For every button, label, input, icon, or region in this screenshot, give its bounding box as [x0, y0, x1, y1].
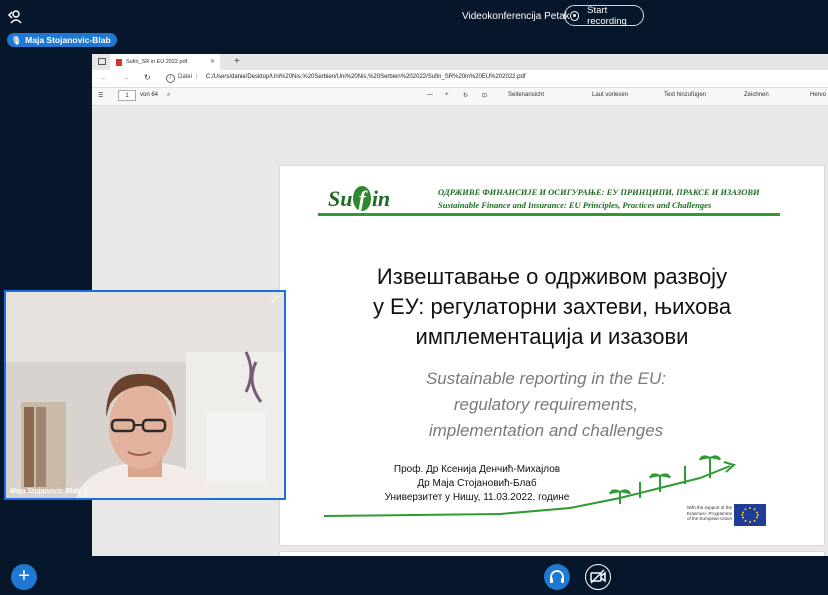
- record-icon: [570, 10, 580, 21]
- back-icon[interactable]: ←: [100, 73, 108, 82]
- highlight-button[interactable]: Hervo: [810, 92, 826, 98]
- info-icon[interactable]: i: [166, 74, 175, 83]
- rotate-icon[interactable]: ↻: [463, 92, 468, 99]
- top-bar: Videokonferencija Petak Start recording …: [0, 0, 828, 52]
- pdf-toolbar: ☰ 1 von 64 ⌕ — + ↻ ⊡ Seitenansicht Laut …: [92, 88, 828, 106]
- add-text-button[interactable]: Text hinzufügen: [664, 92, 706, 98]
- eu-support-line: of the European Union: [686, 516, 732, 521]
- start-recording-label: Start recording: [587, 4, 627, 27]
- presenter-tag[interactable]: 🎙 Maja Stojanovic-Blab: [7, 33, 117, 47]
- browser-tab[interactable]: Sufin_SR in EU 2022.pdf ✕: [110, 54, 220, 70]
- search-icon[interactable]: ⌕: [167, 92, 170, 99]
- start-recording-button[interactable]: Start recording: [564, 4, 644, 27]
- pdf-icon: [116, 58, 122, 66]
- page-total: von 64: [140, 92, 159, 98]
- audio-button[interactable]: [544, 564, 570, 590]
- divider: |: [196, 74, 198, 80]
- title-serbian: Извештавање о одрживом развоју у ЕУ: рег…: [280, 262, 824, 352]
- users-icon[interactable]: [7, 9, 23, 25]
- reload-icon[interactable]: ↻: [144, 73, 151, 82]
- page-view-button[interactable]: Seitenansicht: [508, 92, 544, 98]
- tab-title: Sufin_SR in EU 2022.pdf: [126, 59, 188, 65]
- title-serbian-line: имплементација и изазови: [415, 324, 689, 349]
- title-english-line: regulatory requirements,: [453, 395, 639, 414]
- read-aloud-button[interactable]: Laut vorlesen: [592, 92, 628, 98]
- meeting-title: Videokonferencija Petak: [462, 11, 570, 22]
- microphone-icon: 🎙: [11, 35, 22, 45]
- draw-button[interactable]: Zeichnen: [744, 92, 769, 98]
- title-english-line: Sustainable reporting in the EU:: [425, 369, 667, 388]
- close-tab-icon[interactable]: ✕: [210, 58, 215, 65]
- address-bar: ← → ↻ i Datei | C:/Users/danie/Desktop/U…: [92, 70, 828, 88]
- sufin-logo: Su f in: [328, 186, 391, 211]
- page-number-input[interactable]: 1: [118, 90, 136, 101]
- eu-support-text: With the support of the Erasmus+ Program…: [670, 505, 732, 522]
- zoom-in-icon[interactable]: +: [445, 92, 449, 98]
- headphones-icon: [550, 570, 564, 583]
- forward-icon[interactable]: →: [122, 73, 130, 82]
- url-field[interactable]: C:/Users/danie/Desktop/Uni%20Nis,%20Serb…: [206, 74, 526, 80]
- participant-video-tile[interactable]: ⤢ Maja Stojanovic-Blab ⌄: [4, 290, 286, 500]
- new-tab-icon[interactable]: +: [234, 56, 240, 67]
- slide-page-1: Su f in ОДРЖИВЕ ФИНАНСИЈЕ И ОСИГУРАЊЕ: ЕУ …: [280, 166, 824, 545]
- participant-name[interactable]: Maja Stojanovic-Blab ⌄: [10, 487, 88, 495]
- zoom-out-icon[interactable]: —: [427, 92, 433, 98]
- datei-label: Datei: [178, 74, 193, 80]
- title-english-line: implementation and challenges: [428, 421, 664, 440]
- bottom-bar: [0, 556, 828, 593]
- presenter-name: Maja Stojanovic-Blab: [25, 35, 111, 45]
- fit-page-icon[interactable]: ⊡: [482, 92, 487, 99]
- contents-icon[interactable]: ☰: [98, 92, 103, 99]
- plus-button[interactable]: +: [11, 564, 37, 590]
- window-icon[interactable]: [98, 58, 106, 65]
- title-serbian-line: Извештавање о одрживом развоју: [376, 264, 728, 289]
- header-serbian: ОДРЖИВЕ ФИНАНСИЈЕ И ОСИГУРАЊЕ: ЕУ ПРИНЦИ…: [438, 187, 760, 197]
- title-english: Sustainable reporting in the EU: regulat…: [280, 366, 812, 444]
- camera-off-icon: [590, 569, 606, 584]
- header-divider: [318, 213, 780, 216]
- browser-tab-bar: Sufin_SR in EU 2022.pdf ✕ +: [92, 54, 828, 70]
- header-english: Sustainable Finance and Insurance: EU Pr…: [438, 200, 712, 210]
- eu-flag-icon: [734, 504, 766, 526]
- participant-video: [6, 292, 284, 498]
- expand-icon[interactable]: ⤢: [271, 294, 281, 304]
- title-serbian-line: у ЕУ: регулаторни захтеви, њихова: [372, 294, 732, 319]
- video-button[interactable]: [585, 564, 611, 590]
